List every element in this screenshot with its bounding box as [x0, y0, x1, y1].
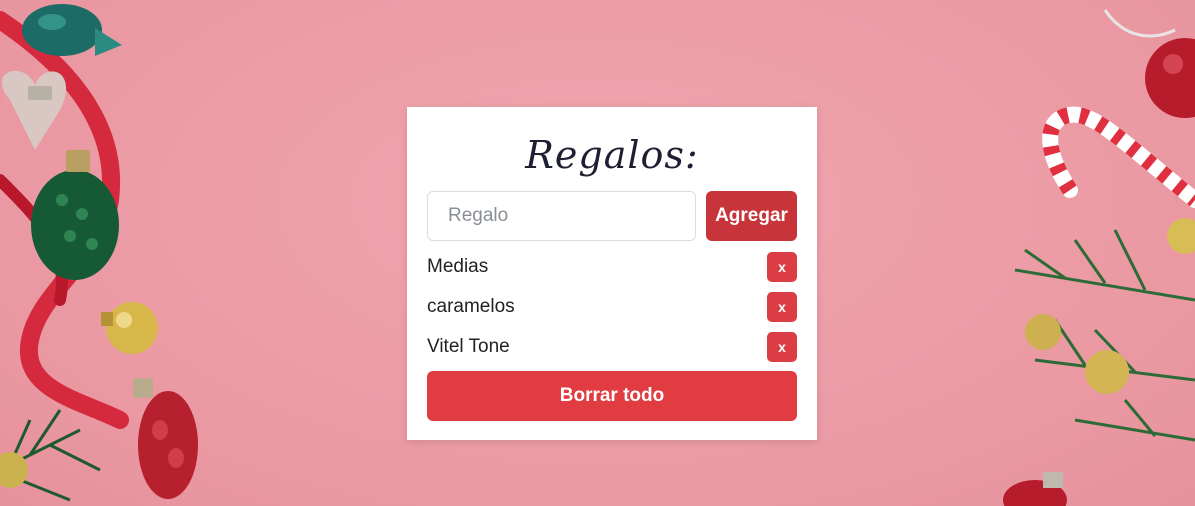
christmas-decorations-right [1003, 9, 1195, 506]
list-item: caramelos x [427, 287, 797, 327]
page-title: Regalos: [525, 133, 699, 177]
remove-gift-button[interactable]: x [767, 252, 797, 282]
list-item: Vitel Tone x [427, 327, 797, 367]
list-item: Medias x [427, 247, 797, 287]
gift-list: Medias x caramelos x Vitel Tone x [427, 247, 797, 367]
christmas-decorations-left [0, 4, 198, 502]
remove-gift-button[interactable]: x [767, 332, 797, 362]
remove-gift-button[interactable]: x [767, 292, 797, 322]
gift-input[interactable] [427, 191, 696, 241]
clear-all-button[interactable]: Borrar todo [427, 371, 797, 421]
add-gift-form: Agregar [427, 191, 797, 241]
gift-list-card: Regalos: Agregar Medias x caramelos x Vi… [407, 107, 817, 440]
gift-name: Vitel Tone [427, 336, 510, 357]
add-button[interactable]: Agregar [706, 191, 797, 241]
gift-name: Medias [427, 256, 489, 277]
gift-name: caramelos [427, 296, 515, 317]
